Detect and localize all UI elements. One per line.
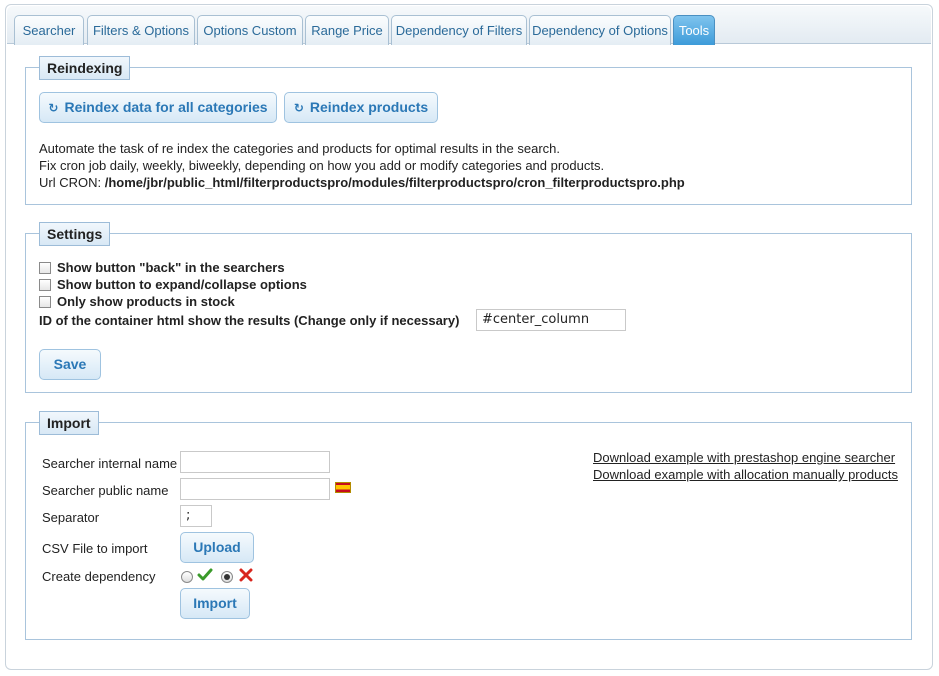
import-legend: Import [39,411,99,435]
csv-file-label: CSV File to import [42,541,148,556]
import-section: Import Searcher internal name Searcher p… [25,411,912,640]
dependency-no-radio[interactable] [221,571,233,583]
tab-range-price[interactable]: Range Price [305,15,389,45]
tab-tools[interactable]: Tools [673,15,715,45]
refresh-icon: ↻ [48,101,59,115]
separator-input[interactable]: ; [180,505,212,527]
searcher-public-label: Searcher public name [42,483,169,498]
reindexing-section: Reindexing ↻ Reindex data for all categor… [25,56,912,205]
cron-url-value: /home/jbr/public_html/filterproductspro/… [104,175,685,190]
reindexing-legend: Reindexing [39,56,131,80]
create-dependency-label: Create dependency [42,569,156,584]
searcher-internal-input[interactable] [180,451,330,473]
show-back-checkbox[interactable] [39,262,51,274]
reindex-categories-button[interactable]: ↻ Reindex data for all categories [39,92,277,123]
spain-flag-icon[interactable] [335,482,351,493]
reindex-description-2: Fix cron job daily, weekly, biweekly, de… [39,158,605,173]
only-stock-label: Only show products in stock [57,294,235,309]
settings-legend: Settings [39,222,111,246]
import-button[interactable]: Import [180,588,250,619]
cron-url-label: Url CRON: [39,175,102,190]
tab-bar: Searcher Filters & Options Options Custo… [7,6,931,45]
only-stock-checkbox[interactable] [39,296,51,308]
refresh-icon: ↻ [293,101,304,115]
cron-url-line: Url CRON: /home/jbr/public_html/filterpr… [39,175,685,190]
reindex-products-label: Reindex products [309,99,429,115]
tab-dependency-options[interactable]: Dependency of Options [529,15,671,45]
searcher-internal-label: Searcher internal name [42,456,178,471]
cross-icon [239,568,253,582]
container-id-input[interactable]: #center_column [476,309,626,331]
show-expand-checkbox[interactable] [39,279,51,291]
show-back-label: Show button "back" in the searchers [57,260,285,275]
separator-label: Separator [42,510,100,525]
container-id-label: ID of the container html show the result… [39,313,460,328]
download-engine-example-link[interactable]: Download example with prestashop engine … [593,450,895,465]
reindex-description-1: Automate the task of re index the catego… [39,141,561,156]
download-manual-example-link[interactable]: Download example with allocation manuall… [593,467,898,482]
reindex-categories-label: Reindex data for all categories [64,99,268,115]
tab-options-custom[interactable]: Options Custom [197,15,303,45]
upload-button[interactable]: Upload [180,532,254,563]
dependency-yes-radio[interactable] [181,571,193,583]
searcher-public-input[interactable] [180,478,330,500]
save-button[interactable]: Save [39,349,101,380]
check-icon [197,568,213,581]
tab-searcher[interactable]: Searcher [14,15,84,45]
tab-dependency-filters[interactable]: Dependency of Filters [391,15,527,45]
settings-section: Settings Show button "back" in the searc… [25,222,912,393]
show-expand-label: Show button to expand/collapse options [57,277,307,292]
reindex-products-button[interactable]: ↻ Reindex products [284,92,438,123]
tab-filters-options[interactable]: Filters & Options [87,15,195,45]
